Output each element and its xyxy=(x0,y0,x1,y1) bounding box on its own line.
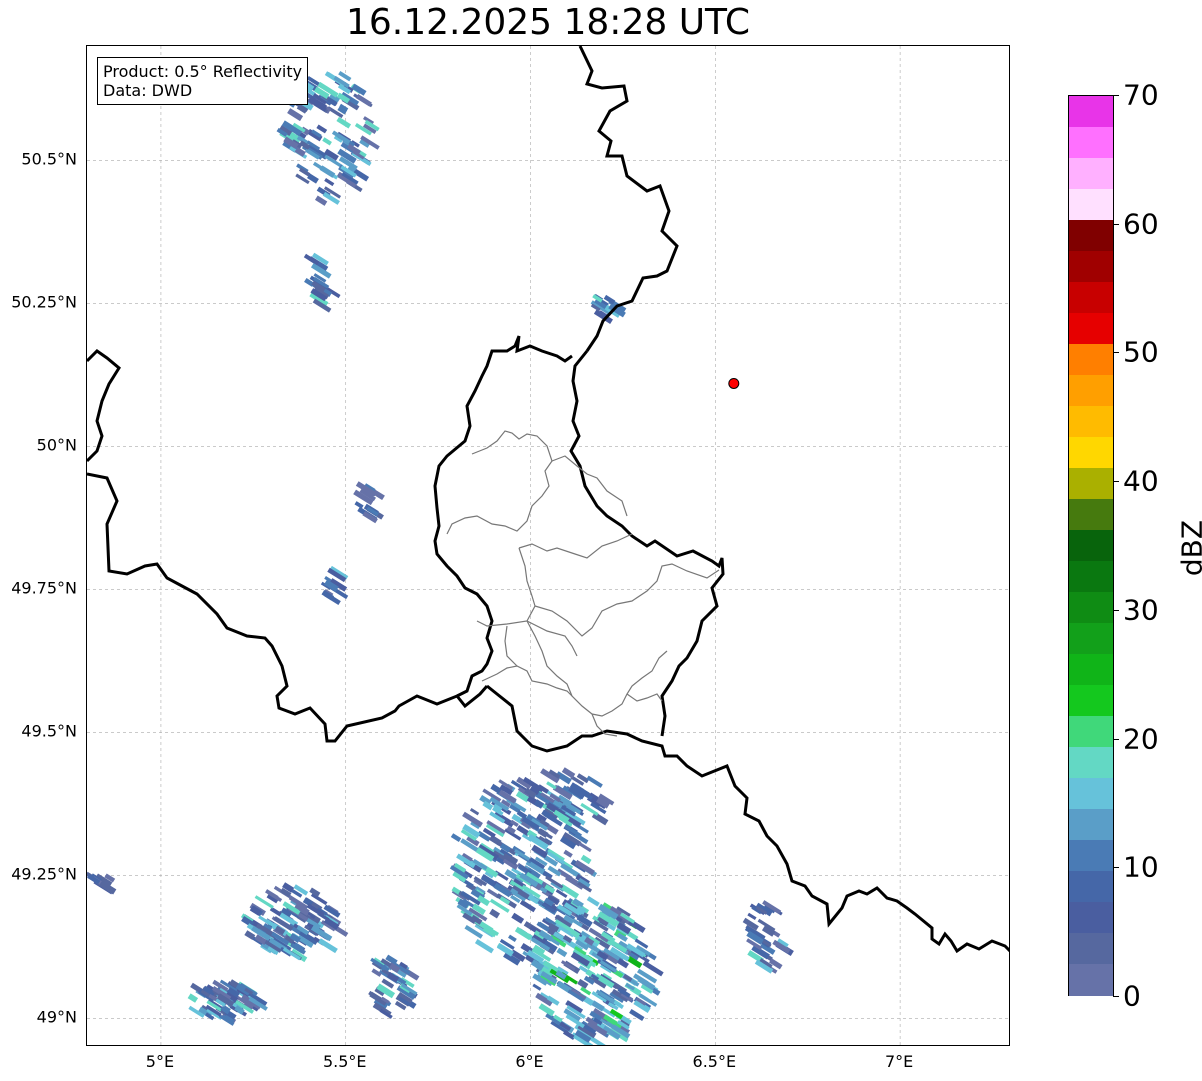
lon-tick-label: 5.5°E xyxy=(322,1052,367,1071)
colorbar-segment xyxy=(1069,561,1113,593)
colorbar-segment xyxy=(1069,654,1113,686)
colorbar-tick-label: 60 xyxy=(1123,207,1159,241)
map-title: 16.12.2025 18:28 UTC xyxy=(345,2,751,43)
echo-cell xyxy=(489,908,501,919)
echo-cell xyxy=(493,811,515,828)
echo-cell xyxy=(546,781,557,790)
colorbar-segment xyxy=(1069,964,1113,996)
colorbar-segment xyxy=(1069,623,1113,655)
colorbar-segment xyxy=(1069,902,1113,934)
colorbar-tick-mark xyxy=(1113,223,1119,225)
colorbar-segment xyxy=(1069,313,1113,345)
colorbar-segment xyxy=(1069,499,1113,531)
colorbar-segment xyxy=(1069,220,1113,252)
colorbar-segment xyxy=(1069,592,1113,624)
radar-site-marker xyxy=(728,377,740,389)
map-canvas xyxy=(87,46,1009,1045)
echo-cell xyxy=(474,939,494,954)
echo-cell xyxy=(578,842,592,853)
echo-cell xyxy=(450,833,462,843)
echo-cell xyxy=(747,912,757,921)
product-info-box: Product: 0.5° Reflectivity Data: DWD xyxy=(97,57,309,105)
data-source-label: Data: DWD xyxy=(103,81,193,100)
colorbar-tick-mark xyxy=(1113,996,1119,997)
colorbar-segment xyxy=(1069,716,1113,748)
colorbar-tick-label: 0 xyxy=(1123,979,1141,1013)
colorbar-tick-mark xyxy=(1113,481,1119,483)
colorbar-segment xyxy=(1069,778,1113,810)
echo-cell xyxy=(563,849,573,858)
colorbar-segment xyxy=(1069,437,1113,469)
colorbar-segment xyxy=(1069,251,1113,283)
colorbar-segment xyxy=(1069,747,1113,779)
colorbar-segment xyxy=(1069,685,1113,717)
lat-tick-label: 49°N xyxy=(36,1007,77,1027)
border-be-fr xyxy=(87,472,489,743)
colorbar-segment xyxy=(1069,840,1113,872)
colorbar-segment xyxy=(1069,282,1113,314)
colorbar-segment xyxy=(1069,96,1113,128)
colorbar-tick-label: 70 xyxy=(1123,78,1159,112)
echo-cell xyxy=(556,947,568,958)
lon-tick-label: 5°E xyxy=(145,1052,175,1071)
echo-cell xyxy=(322,137,332,146)
colorbar-segment xyxy=(1069,809,1113,841)
colorbar-segment xyxy=(1069,158,1113,190)
lon-tick-label: 6.5°E xyxy=(692,1052,737,1071)
echo-cell xyxy=(580,854,592,865)
echo-cell xyxy=(316,124,328,134)
echo-cell xyxy=(586,896,600,907)
echo-cell xyxy=(511,912,525,924)
colorbar-tick-label: 50 xyxy=(1123,335,1159,369)
echo-cell xyxy=(187,993,199,1003)
colorbar xyxy=(1068,95,1114,996)
colorbar-tick-mark xyxy=(1113,352,1119,354)
lat-tick-label: 50.25°N xyxy=(11,292,77,312)
echo-cell xyxy=(371,968,382,977)
colorbar-tick-mark xyxy=(1113,609,1119,611)
colorbar-segment xyxy=(1069,127,1113,159)
echo-cell xyxy=(586,775,603,788)
colorbar-segment xyxy=(1069,344,1113,376)
echo-cell xyxy=(354,501,364,509)
echo-cell xyxy=(324,177,335,187)
lat-tick-label: 50°N xyxy=(36,435,77,455)
colorbar-tick-label: 40 xyxy=(1123,464,1159,498)
lat-tick-label: 49.5°N xyxy=(21,721,77,741)
lon-tick-label: 6°E xyxy=(515,1052,544,1071)
radar-map xyxy=(86,45,1010,1046)
border-lu-fr xyxy=(433,335,573,698)
colorbar-segment xyxy=(1069,871,1113,903)
echo-cell xyxy=(319,165,336,178)
echo-cell xyxy=(532,983,542,991)
colorbar-segment xyxy=(1069,933,1113,965)
border-be-nl xyxy=(87,349,121,463)
border-be-lu-de xyxy=(569,350,725,737)
colorbar-tick-label: 10 xyxy=(1123,850,1159,884)
colorbar-tick-mark xyxy=(1113,738,1119,740)
colorbar-segment xyxy=(1069,189,1113,221)
colorbar-segment xyxy=(1069,406,1113,438)
echo-cell xyxy=(629,1009,645,1022)
colorbar-segment xyxy=(1069,375,1113,407)
product-label: Product: 0.5° Reflectivity xyxy=(103,62,303,81)
colorbar-tick-label: 30 xyxy=(1123,593,1159,627)
colorbar-unit-label: dBZ xyxy=(1175,519,1202,577)
echo-cell xyxy=(336,116,352,129)
lat-tick-label: 49.75°N xyxy=(11,578,77,598)
colorbar-tick-label: 20 xyxy=(1123,722,1159,756)
echo-cell xyxy=(469,807,480,816)
echo-cell xyxy=(508,934,517,942)
lon-tick-label: 7°E xyxy=(884,1052,914,1071)
colorbar-segment xyxy=(1069,468,1113,500)
echo-cell xyxy=(355,93,372,107)
colorbar-tick-mark xyxy=(1113,867,1119,869)
colorbar-tick-mark xyxy=(1113,95,1119,96)
colorbar-segment xyxy=(1069,530,1113,562)
echo-cell xyxy=(318,938,338,954)
lat-tick-label: 49.25°N xyxy=(11,864,77,884)
lat-tick-label: 50.5°N xyxy=(21,149,77,169)
